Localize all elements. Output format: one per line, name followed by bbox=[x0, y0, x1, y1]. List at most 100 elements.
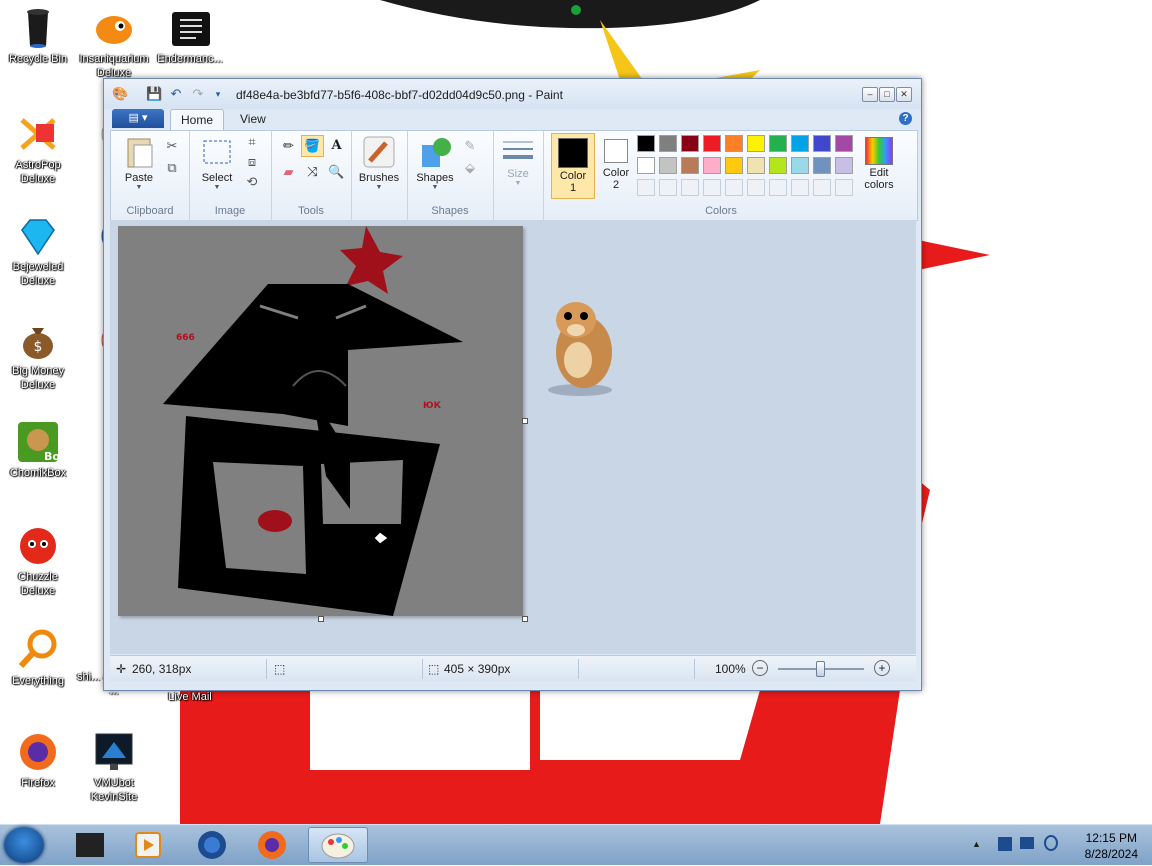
shapes-button[interactable]: Shapes ▼ bbox=[411, 135, 459, 191]
desktop-icon-endermanc[interactable]: Endermanc... bbox=[152, 6, 228, 66]
fill-icon[interactable]: 🪣 bbox=[301, 135, 324, 157]
desktop-icon-chuzzle[interactable]: Chuzzle Deluxe bbox=[0, 524, 76, 598]
rotate-icon[interactable]: ⟲ bbox=[243, 173, 261, 191]
desktop-icon-everything[interactable]: Everything bbox=[0, 628, 76, 688]
palette-swatch[interactable] bbox=[791, 157, 809, 174]
cut-icon[interactable]: ✂ bbox=[163, 137, 181, 155]
palette-swatch[interactable] bbox=[835, 157, 853, 174]
desktop-icon-big-money[interactable]: $ Big Money Deluxe bbox=[0, 318, 76, 392]
palette-swatch[interactable] bbox=[703, 179, 721, 196]
palette-swatch[interactable] bbox=[659, 157, 677, 174]
palette-swatch[interactable] bbox=[835, 179, 853, 196]
minimize-button[interactable]: – bbox=[862, 87, 878, 102]
save-icon[interactable]: 💾 bbox=[146, 86, 162, 102]
size-button[interactable]: Size ▼ bbox=[499, 137, 537, 187]
resize-handle-corner[interactable] bbox=[522, 616, 528, 622]
palette-swatch[interactable] bbox=[725, 135, 743, 152]
color-picker-icon[interactable]: ⤨ bbox=[301, 161, 324, 183]
resize-handle-bottom[interactable] bbox=[318, 616, 324, 622]
clipboard-group: Paste ▼ ✂ ⧉ Clipboard bbox=[111, 131, 190, 220]
palette-swatch[interactable] bbox=[637, 135, 655, 152]
palette-swatch[interactable] bbox=[659, 179, 677, 196]
palette-swatch[interactable] bbox=[813, 157, 831, 174]
palette-swatch[interactable] bbox=[637, 157, 655, 174]
tray-icon[interactable] bbox=[998, 837, 1012, 851]
outline-icon[interactable]: ✎ bbox=[461, 137, 479, 155]
desktop-icon-vmubot[interactable]: VMUbot KevinSite bbox=[76, 730, 152, 804]
close-button[interactable]: ✕ bbox=[896, 87, 912, 102]
eraser-icon[interactable]: ▰ bbox=[277, 161, 300, 183]
taskbar-item-globe[interactable] bbox=[186, 827, 238, 863]
resize-icon[interactable]: ⧈ bbox=[243, 153, 261, 171]
desktop-icon-firefox[interactable]: Firefox bbox=[0, 730, 76, 790]
rainbow-icon bbox=[865, 137, 893, 165]
palette-swatch[interactable] bbox=[703, 157, 721, 174]
brushes-button[interactable]: Brushes ▼ bbox=[355, 135, 403, 191]
palette-swatch[interactable] bbox=[791, 135, 809, 152]
show-hidden-icons-icon[interactable]: ▲ bbox=[972, 839, 981, 849]
paste-button[interactable]: Paste ▼ bbox=[119, 135, 159, 191]
canvas-workspace[interactable]: 666 ЮК bbox=[110, 220, 916, 654]
paint-menu-button[interactable]: ▤ ▾ bbox=[112, 109, 164, 128]
help-icon[interactable]: ? bbox=[899, 112, 912, 125]
desktop-icon-label: Bejeweled Deluxe bbox=[12, 261, 64, 287]
start-button[interactable] bbox=[4, 827, 44, 863]
palette-swatch[interactable] bbox=[681, 179, 699, 196]
palette-swatch[interactable] bbox=[747, 179, 765, 196]
paint-window[interactable]: 🎨 💾 ↶ ↷ ▾ df48e4a-be3bfd77-b5f6-408c-bbf… bbox=[103, 78, 922, 691]
customize-quick-access-icon[interactable]: ▾ bbox=[210, 86, 226, 102]
undo-icon[interactable]: ↶ bbox=[168, 86, 184, 102]
palette-swatch[interactable] bbox=[813, 135, 831, 152]
desktop-icon-bejeweled[interactable]: Bejeweled Deluxe bbox=[0, 214, 76, 288]
svg-text:Box: Box bbox=[44, 450, 60, 463]
text-icon[interactable]: A bbox=[325, 135, 348, 157]
desktop-icon-label: Recycle Bin bbox=[8, 53, 68, 65]
select-button[interactable]: Select ▼ bbox=[195, 135, 239, 191]
title-bar[interactable]: 🎨 💾 ↶ ↷ ▾ df48e4a-be3bfd77-b5f6-408c-bbf… bbox=[104, 79, 921, 109]
color2-button[interactable]: Color 2 bbox=[597, 133, 635, 197]
magnifier-icon[interactable]: 🔍 bbox=[325, 161, 348, 183]
taskbar-item-firefox[interactable] bbox=[246, 827, 298, 863]
maximize-button[interactable]: □ bbox=[879, 87, 895, 102]
edit-colors-button[interactable]: Edit colors bbox=[859, 133, 899, 191]
palette-swatch[interactable] bbox=[637, 179, 655, 196]
palette-swatch[interactable] bbox=[747, 157, 765, 174]
crop-icon[interactable]: ⌗ bbox=[243, 133, 261, 151]
palette-swatch[interactable] bbox=[725, 179, 743, 196]
palette-swatch[interactable] bbox=[791, 179, 809, 196]
palette-swatch[interactable] bbox=[769, 157, 787, 174]
desktop-icon-insaniquarium[interactable]: Insaniquarium Deluxe bbox=[76, 6, 152, 80]
volume-icon[interactable] bbox=[1044, 835, 1058, 851]
network-icon[interactable] bbox=[1020, 837, 1034, 849]
desktop-icon-astropop[interactable]: AstroPop Deluxe bbox=[0, 112, 76, 186]
palette-swatch[interactable] bbox=[703, 135, 721, 152]
palette-swatch[interactable] bbox=[835, 135, 853, 152]
zoom-out-icon[interactable]: − bbox=[752, 660, 768, 676]
paint-app-icon[interactable]: 🎨 bbox=[112, 86, 128, 102]
tab-home[interactable]: Home bbox=[170, 109, 225, 130]
pencil-icon[interactable]: ✏ bbox=[277, 135, 300, 157]
zoom-in-icon[interactable]: + bbox=[874, 660, 890, 676]
palette-swatch[interactable] bbox=[725, 157, 743, 174]
color1-button[interactable]: Color 1 bbox=[551, 133, 595, 199]
copy-icon[interactable]: ⧉ bbox=[163, 159, 181, 177]
palette-swatch[interactable] bbox=[813, 179, 831, 196]
palette-swatch[interactable] bbox=[681, 135, 699, 152]
palette-swatch[interactable] bbox=[769, 135, 787, 152]
clock[interactable]: 12:15 PM 8/28/2024 bbox=[1085, 830, 1138, 862]
redo-icon[interactable]: ↷ bbox=[190, 86, 206, 102]
palette-swatch[interactable] bbox=[681, 157, 699, 174]
palette-swatch[interactable] bbox=[747, 135, 765, 152]
tab-view[interactable]: View bbox=[230, 109, 276, 129]
desktop-icon-chomikbox[interactable]: Box ChomikBox bbox=[0, 420, 76, 480]
taskbar-item-paint[interactable] bbox=[308, 827, 368, 863]
resize-handle-right[interactable] bbox=[522, 418, 528, 424]
palette-swatch[interactable] bbox=[769, 179, 787, 196]
zoom-slider-thumb[interactable] bbox=[816, 661, 825, 677]
taskbar-item-explorer[interactable] bbox=[64, 827, 116, 863]
taskbar-item-media-player[interactable] bbox=[122, 827, 174, 863]
desktop-icon-recycle-bin[interactable]: Recycle Bin bbox=[0, 6, 76, 66]
fill-shape-icon[interactable]: ⬙ bbox=[461, 159, 479, 177]
drawing-canvas[interactable]: 666 ЮК bbox=[118, 226, 523, 616]
palette-swatch[interactable] bbox=[659, 135, 677, 152]
